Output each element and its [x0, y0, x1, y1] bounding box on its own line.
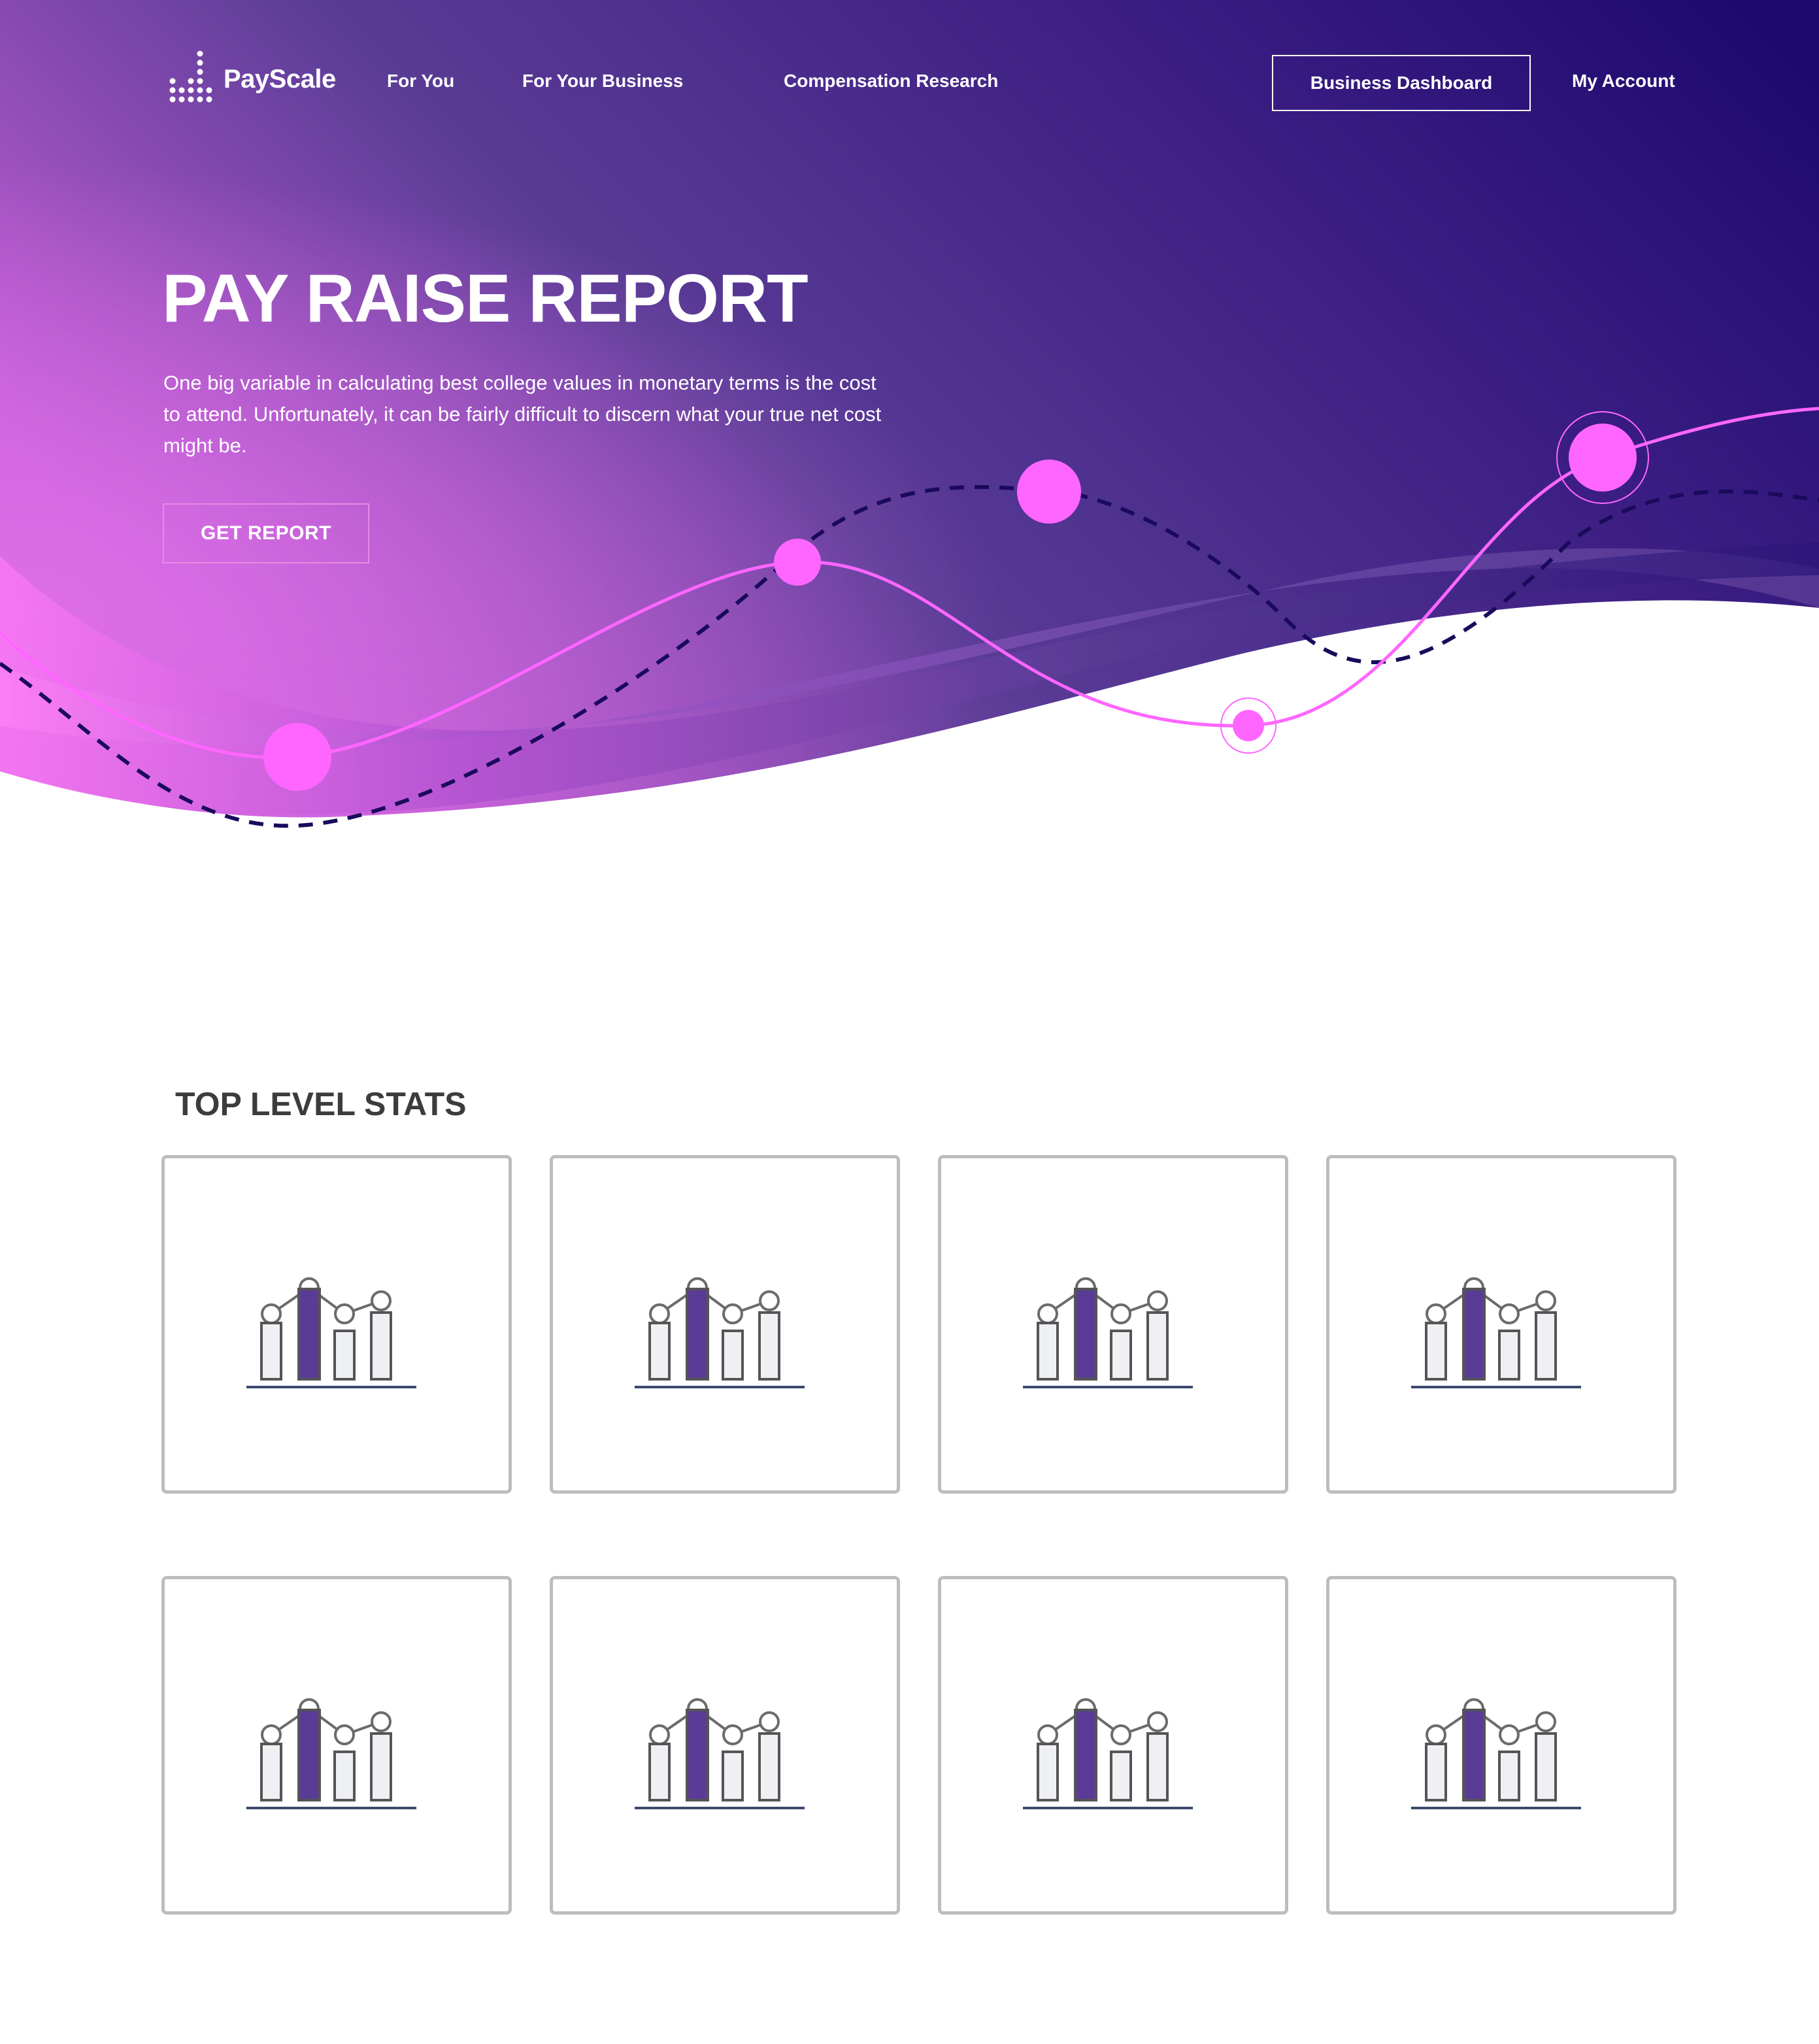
graph-point	[1233, 710, 1264, 741]
hero-title: PAY RAISE REPORT	[162, 261, 809, 337]
brand-name: PayScale	[224, 64, 336, 93]
stat-card[interactable]	[1326, 1576, 1677, 1915]
chart-icon	[1411, 1651, 1594, 1821]
my-account-link[interactable]: My Account	[1572, 71, 1675, 92]
stat-card[interactable]	[938, 1155, 1288, 1494]
nav-compensation-research[interactable]: Compensation Research	[784, 71, 998, 92]
nav-for-your-business[interactable]: For Your Business	[522, 71, 683, 92]
stat-card[interactable]	[938, 1576, 1288, 1915]
graph-point	[1017, 460, 1081, 524]
chart-icon	[1411, 1230, 1594, 1400]
chart-icon	[1023, 1651, 1206, 1821]
graph-point	[263, 723, 331, 791]
graph-point	[1569, 424, 1637, 492]
hero-description: One big variable in calculating best col…	[163, 371, 882, 457]
stat-card[interactable]	[161, 1155, 512, 1494]
top-navigation: PayScale For You For Your Business Compe…	[0, 0, 1819, 170]
stats-section-title: TOP LEVEL STATS	[175, 1086, 467, 1122]
chart-icon	[246, 1651, 429, 1821]
chart-icon	[1023, 1230, 1206, 1400]
logo-dots-icon	[169, 51, 212, 103]
graph-point	[774, 539, 821, 586]
chart-icon	[635, 1651, 818, 1821]
chart-icon	[635, 1230, 818, 1400]
nav-for-you[interactable]: For You	[387, 71, 454, 92]
page: PayScale For You For Your Business Compe…	[0, 0, 1819, 2044]
stat-card[interactable]	[1326, 1155, 1677, 1494]
get-report-button[interactable]: GET REPORT	[163, 503, 369, 563]
stats-grid	[161, 1155, 1677, 1915]
chart-icon	[246, 1230, 429, 1400]
stat-card[interactable]	[550, 1576, 900, 1915]
stat-card[interactable]	[550, 1155, 900, 1494]
business-dashboard-button[interactable]: Business Dashboard	[1272, 55, 1531, 111]
stat-card[interactable]	[161, 1576, 512, 1915]
payscale-logo[interactable]: PayScale	[169, 51, 336, 107]
